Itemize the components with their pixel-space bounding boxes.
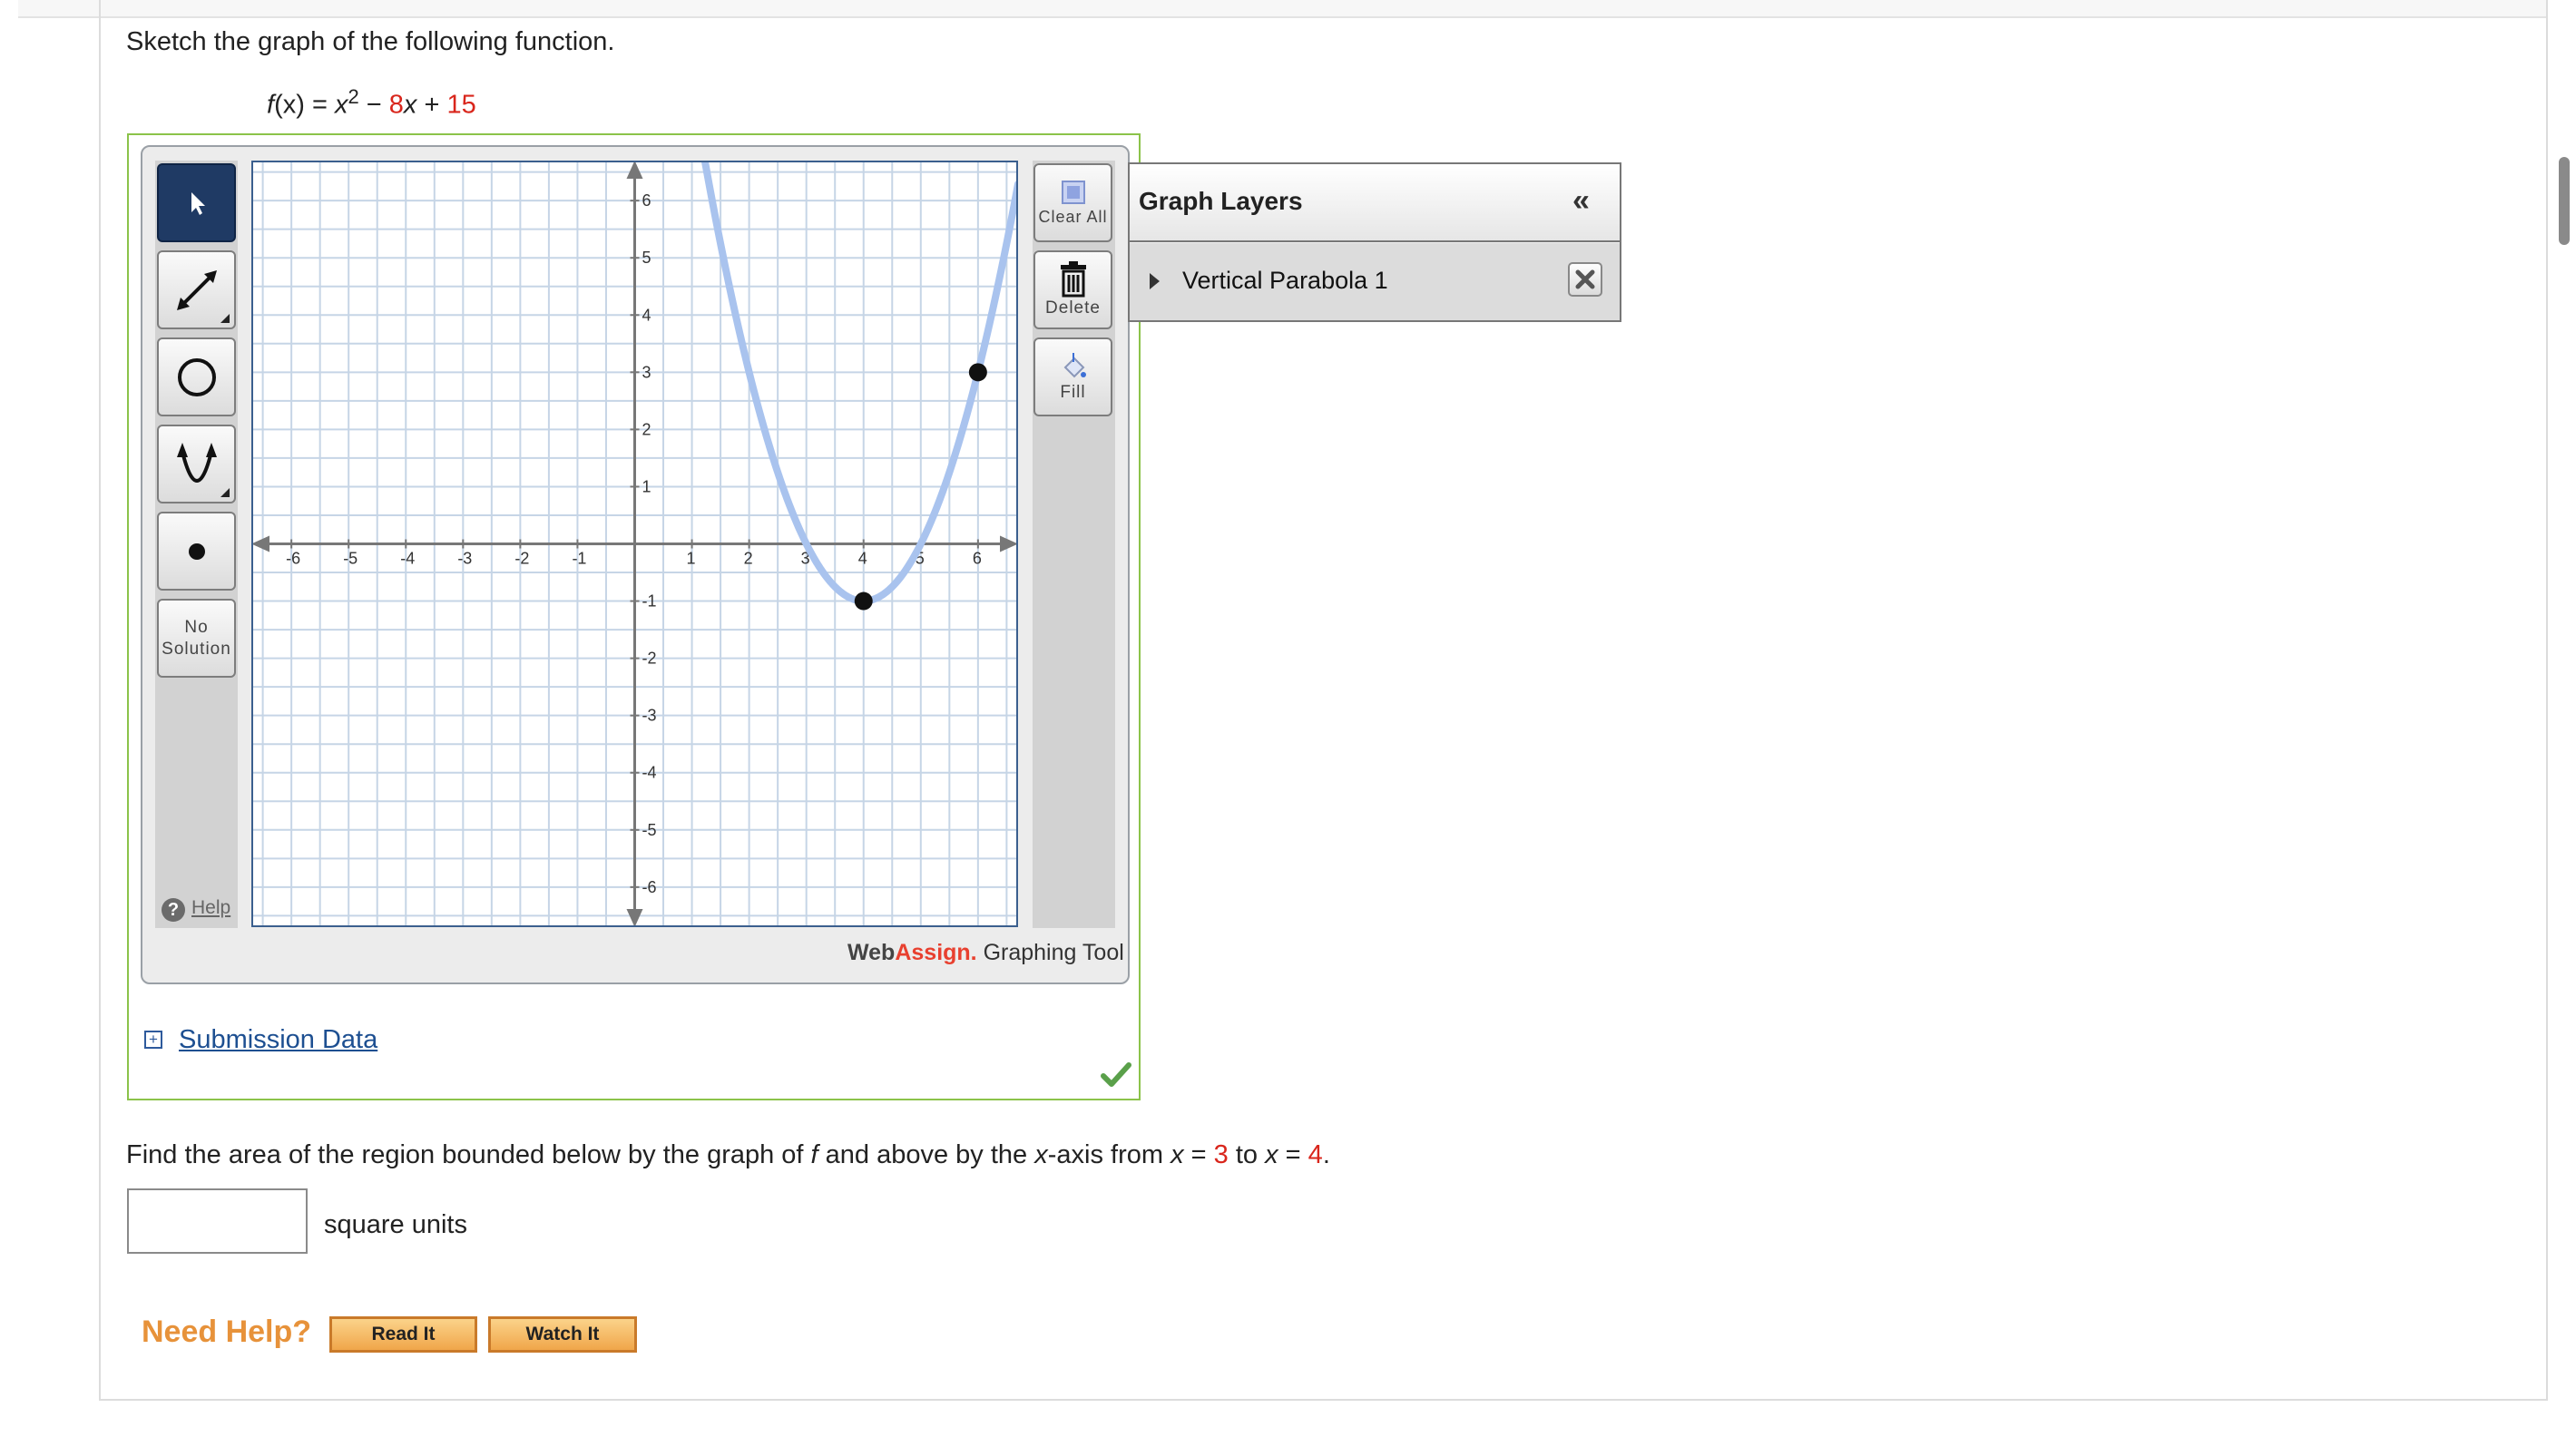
line-tool-menu-corner <box>220 314 230 323</box>
circle-icon <box>177 357 216 396</box>
q2-eq1: = <box>1183 1140 1214 1169</box>
circle-tool-button[interactable] <box>157 337 236 416</box>
fn-arg: (x) <box>274 90 305 120</box>
fill-button[interactable]: Fill <box>1033 337 1112 416</box>
y-tick-label: -3 <box>642 707 657 725</box>
q2-f: f <box>810 1140 818 1169</box>
q2-period: . <box>1322 1140 1330 1169</box>
pointer-icon <box>191 191 205 215</box>
fn-x: x <box>334 90 348 120</box>
fn-plus: + <box>416 90 447 120</box>
units-label: square units <box>324 1210 467 1239</box>
x-tick-label: -6 <box>286 550 300 568</box>
y-tick-label: 6 <box>642 191 651 210</box>
layer-delete-button[interactable] <box>1568 262 1602 297</box>
fn-const-c: 15 <box>446 90 476 120</box>
collapse-layers-button[interactable]: « <box>1572 183 1590 219</box>
y-tick-label: 4 <box>642 306 651 324</box>
delete-button[interactable]: Delete <box>1033 250 1112 329</box>
fn-eq: = <box>304 90 335 120</box>
y-tick-label: 2 <box>642 420 651 438</box>
q2-x3: x <box>1265 1140 1278 1169</box>
read-it-button[interactable]: Read It <box>329 1316 477 1353</box>
clear-all-label: Clear All <box>1038 207 1108 226</box>
line-tool-button[interactable] <box>157 250 236 329</box>
expand-arrow-icon[interactable] <box>1150 273 1160 289</box>
function-formula: f(x) = x2 − 8x + 15 <box>267 85 476 121</box>
y-tick-label: -2 <box>642 650 657 668</box>
question-prompt: Sketch the graph of the following functi… <box>126 27 615 56</box>
y-tick-label: -5 <box>642 821 657 839</box>
area-answer-input[interactable] <box>127 1188 308 1254</box>
watch-it-button[interactable]: Watch It <box>488 1316 637 1353</box>
parabola-icon <box>176 442 217 483</box>
x-tick-label: -5 <box>343 550 358 568</box>
x-tick-label: 2 <box>744 550 753 568</box>
point-tool-button[interactable] <box>157 512 236 591</box>
brand-assign: Assign. <box>895 940 977 965</box>
help-link[interactable]: Help <box>191 897 230 919</box>
x-tick-label: 1 <box>687 550 696 568</box>
q2-eq2: = <box>1278 1140 1308 1169</box>
q2-x2: x <box>1170 1140 1184 1169</box>
clear-all-icon <box>1061 180 1085 204</box>
x-tick-label: -2 <box>514 550 529 568</box>
close-icon <box>1575 269 1595 289</box>
delete-label: Delete <box>1045 298 1101 318</box>
x-tick-label: 4 <box>858 550 867 568</box>
x-tick-label: -1 <box>572 550 586 568</box>
fn-x2: x <box>403 90 417 120</box>
q2-lower-bound: 3 <box>1213 1140 1229 1169</box>
y-tick-label: -4 <box>642 764 657 782</box>
q2-text-to: to <box>1228 1140 1266 1169</box>
line-icon <box>176 269 217 310</box>
clear-all-button[interactable]: Clear All <box>1033 163 1112 242</box>
q2-text-1: Find the area of the region bounded belo… <box>126 1140 811 1169</box>
no-solution-label-line1: No <box>184 617 209 637</box>
graph-canvas[interactable]: -6 -5 -4 -3 -2 -1 1 2 3 4 5 6654321-1-2-3-4-5-6 <box>251 161 1018 927</box>
fn-minus: − <box>358 90 389 120</box>
pointer-tool-button[interactable] <box>157 163 236 242</box>
y-tick-label: -1 <box>642 592 657 611</box>
parabola-point <box>968 363 987 382</box>
brand-tool: Graphing Tool <box>976 940 1124 965</box>
submission-data-link[interactable]: Submission Data <box>179 1025 377 1055</box>
expand-plus-icon[interactable]: + <box>144 1031 162 1049</box>
brand-web: Web <box>847 940 896 965</box>
need-help-label: Need Help? <box>142 1315 312 1349</box>
no-solution-button[interactable]: No Solution <box>157 599 236 678</box>
trash-icon <box>1060 260 1086 297</box>
fill-label: Fill <box>1060 382 1086 402</box>
checkmark-icon <box>1101 1062 1131 1087</box>
parabola-point <box>854 591 873 611</box>
fn-coef-b: 8 <box>388 90 404 120</box>
fn-name: f <box>267 90 275 120</box>
x-tick-label: -4 <box>400 550 415 568</box>
no-solution-label-line2: Solution <box>162 639 231 659</box>
parabola-tool-button[interactable] <box>157 425 236 503</box>
y-tick-label: 5 <box>642 249 651 267</box>
layer-name[interactable]: Vertical Parabola 1 <box>1182 267 1388 295</box>
area-question: Find the area of the region bounded belo… <box>126 1140 1330 1170</box>
graph-layers-title: Graph Layers <box>1139 187 1303 215</box>
point-icon <box>188 543 205 560</box>
y-tick-label: -6 <box>642 878 657 896</box>
x-tick-label: -3 <box>457 550 472 568</box>
q2-text-3: -axis from <box>1047 1140 1171 1169</box>
webassign-brand: WebAssign. Graphing Tool <box>847 940 1124 966</box>
q2-x1: x <box>1034 1140 1048 1169</box>
y-tick-label: 1 <box>642 477 651 495</box>
fn-exponent: 2 <box>348 85 359 108</box>
q2-upper-bound: 4 <box>1308 1140 1323 1169</box>
parabola-tool-menu-corner <box>220 488 230 497</box>
y-tick-label: 3 <box>642 363 651 381</box>
scrollbar-thumb[interactable] <box>2559 157 2570 245</box>
x-tick-label: 6 <box>973 550 982 568</box>
q2-text-2: and above by the <box>818 1140 1035 1169</box>
help-icon[interactable]: ? <box>162 898 185 922</box>
paint-bucket-icon <box>1063 352 1086 377</box>
